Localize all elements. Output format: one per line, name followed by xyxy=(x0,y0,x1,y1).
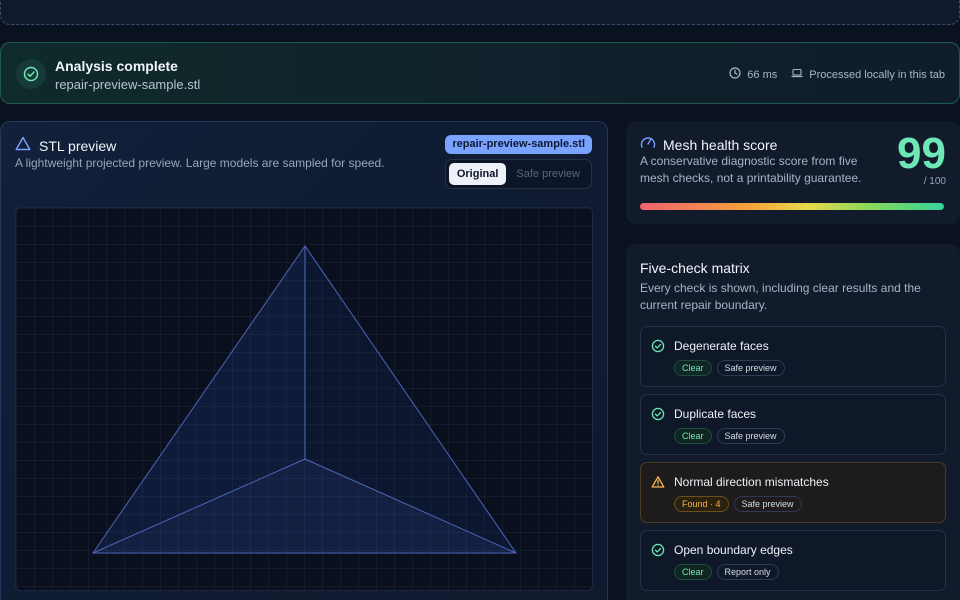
status-title: Analysis complete xyxy=(55,58,178,74)
preview-viewport[interactable] xyxy=(15,207,593,591)
stl-preview-panel: STL preview A lightweight projected prev… xyxy=(0,121,608,600)
warning-triangle-icon xyxy=(651,475,665,494)
check-name: Degenerate faces xyxy=(674,339,769,353)
laptop-icon xyxy=(791,67,803,82)
five-check-matrix-card: Five-check matrix Every check is shown, … xyxy=(626,244,960,600)
score-value: 99 xyxy=(897,129,946,178)
check-status-chip: Clear xyxy=(674,360,712,376)
file-badge: repair-preview-sample.stl xyxy=(445,135,592,154)
clock-icon xyxy=(729,67,741,82)
check-circle-icon xyxy=(16,59,46,89)
processing-text: Processed locally in this tab xyxy=(809,68,945,81)
check-name: Normal direction mismatches xyxy=(674,475,829,489)
preview-mode-toggle: Original Safe preview xyxy=(444,159,592,189)
preview-header: STL preview xyxy=(15,136,116,156)
check-chips: Found · 4 Safe preview xyxy=(674,496,802,512)
status-filename: repair-preview-sample.stl xyxy=(55,77,201,92)
toggle-safe-preview-button[interactable]: Safe preview xyxy=(508,163,588,185)
processing-meta: Processed locally in this tab xyxy=(791,67,945,82)
check-circle-icon xyxy=(651,407,665,426)
check-item-duplicate-faces[interactable]: Duplicate faces Clear Safe preview xyxy=(640,394,946,455)
gauge-icon xyxy=(640,135,656,154)
score-description: A conservative diagnostic score from fiv… xyxy=(640,154,862,185)
status-meta: 66 ms Processed locally in this tab xyxy=(729,67,945,82)
check-chips: Clear Report only xyxy=(674,564,779,580)
check-chips: Clear Safe preview xyxy=(674,360,785,376)
score-max: / 100 xyxy=(923,176,946,187)
check-scope-chip: Safe preview xyxy=(716,428,785,444)
preview-subtitle: A lightweight projected preview. Large m… xyxy=(15,156,385,170)
toggle-original-button[interactable]: Original xyxy=(448,163,507,185)
check-status-chip: Clear xyxy=(674,428,712,444)
check-name: Open boundary edges xyxy=(674,543,793,557)
duration-text: 66 ms xyxy=(747,68,778,81)
score-gradient-bar xyxy=(640,203,944,210)
matrix-title: Five-check matrix xyxy=(640,260,750,276)
duration-meta: 66 ms xyxy=(729,67,777,82)
file-dropzone[interactable] xyxy=(0,0,960,25)
matrix-description: Every check is shown, including clear re… xyxy=(640,281,921,312)
check-scope-chip: Safe preview xyxy=(716,360,785,376)
check-scope-chip: Report only xyxy=(716,564,779,580)
check-item-open-boundary-edges[interactable]: Open boundary edges Clear Report only xyxy=(640,530,946,591)
triangle-icon xyxy=(15,136,31,156)
check-circle-icon xyxy=(651,543,665,562)
check-status-chip: Found · 4 xyxy=(674,496,729,512)
check-item-degenerate-faces[interactable]: Degenerate faces Clear Safe preview xyxy=(640,326,946,387)
check-scope-chip: Safe preview xyxy=(733,496,802,512)
check-status-chip: Clear xyxy=(674,564,712,580)
mesh-preview-canvas xyxy=(92,245,517,554)
preview-title: STL preview xyxy=(39,138,117,154)
check-circle-icon xyxy=(651,339,665,358)
score-header: Mesh health score xyxy=(640,135,777,154)
score-title: Mesh health score xyxy=(663,136,778,153)
check-item-normal-direction-mismatches[interactable]: Normal direction mismatches Found · 4 Sa… xyxy=(640,462,946,523)
check-name: Duplicate faces xyxy=(674,407,757,421)
check-chips: Clear Safe preview xyxy=(674,428,785,444)
analysis-status-bar: Analysis complete repair-preview-sample.… xyxy=(0,42,960,104)
mesh-health-score-card: Mesh health score A conservative diagnos… xyxy=(626,121,960,224)
